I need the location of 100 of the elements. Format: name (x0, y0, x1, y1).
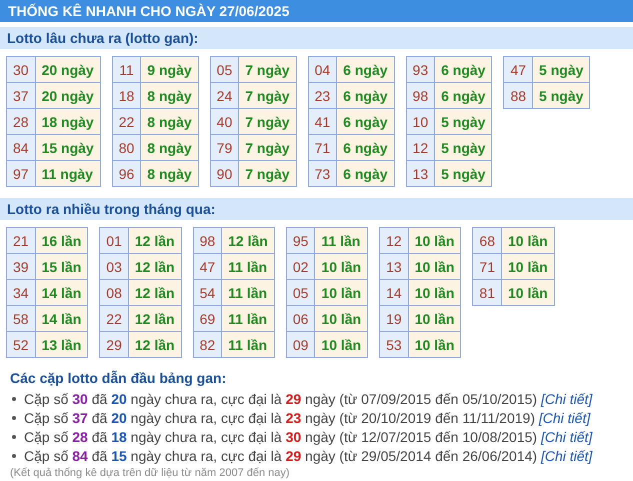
detail-link[interactable]: [Chi tiết] (540, 390, 592, 406)
table-cell: 34 (6, 280, 36, 306)
table-cell: 95 (286, 228, 315, 254)
table-cell: 10 lần (314, 254, 368, 280)
table-cell: 30 (6, 56, 36, 82)
table-cell: 09 (286, 332, 315, 358)
bullet-icon (12, 434, 16, 438)
table-cell: 97 (6, 160, 36, 186)
table-cell: 22 (112, 108, 141, 134)
table-cell: 11 lần (222, 280, 274, 306)
table-cell: 06 (286, 306, 315, 332)
table-cell: 03 (100, 254, 128, 280)
table-cell: 5 ngày (434, 134, 492, 160)
detail-link[interactable]: [Chi tiết] (540, 428, 592, 444)
table-cell: 29 (100, 332, 128, 358)
table-cell: 5 ngày (532, 56, 590, 82)
table-cell: 69 (193, 306, 222, 332)
table-cell: 15 ngày (35, 134, 100, 160)
table-cell: 71 (308, 134, 337, 160)
table-cell: 10 lần (408, 228, 461, 254)
summary-line: Cặp số 37 đã 20 ngày chưa ra, cực đại là 23 ngày (từ 20/10/2019 đến 11/11/2019) [Chi tiết] (24, 410, 590, 426)
table-cell: 7 ngày (238, 108, 296, 134)
table-cell: 12 (406, 134, 435, 160)
table-cell: 82 (193, 332, 222, 358)
table-cell: 90 (210, 160, 239, 186)
table-cell: 7 ngày (238, 56, 296, 82)
table-cell: 8 ngày (140, 82, 198, 108)
table-cell: 6 ngày (434, 82, 492, 108)
table-cell: 37 (6, 82, 36, 108)
table-cell: 20 ngày (35, 82, 100, 108)
table-cell: 18 (112, 82, 141, 108)
table-cell: 7 ngày (238, 160, 296, 186)
table-cell: 88 (504, 82, 533, 108)
bullet-icon (12, 416, 16, 420)
table-cell: 10 (406, 108, 435, 134)
detail-link[interactable]: [Chi tiết] (540, 448, 592, 464)
table-cell: 04 (308, 56, 337, 82)
table-cell: 21 (6, 228, 36, 254)
table-cell: 14 (380, 280, 408, 306)
table-cell: 15 lần (35, 254, 88, 280)
table-cell: 10 lần (314, 280, 368, 306)
table-cell: 53 (380, 332, 408, 358)
summary-line: Cặp số 30 đã 20 ngày chưa ra, cực đại là 29 ngày (từ 07/09/2015 đến 05/10/2015) [Chi tiết] (24, 390, 592, 406)
table-cell: 02 (286, 254, 315, 280)
table-cell: 10 lần (408, 332, 461, 358)
table-cell: 58 (6, 306, 36, 332)
table-cell: 01 (100, 228, 128, 254)
section-heading: Lotto ra nhiều trong tháng qua: (0, 198, 633, 220)
table-cell: 5 ngày (434, 108, 492, 134)
footnote: (Kết quả thống kê dựa trên dữ liệu từ năm 2007 đến nay) (10, 467, 291, 479)
table-cell: 11 ngày (35, 160, 100, 186)
table-cell: 6 ngày (336, 82, 394, 108)
table-cell: 84 (6, 134, 36, 160)
table-cell: 13 lần (35, 332, 88, 358)
table-cell: 20 ngày (35, 56, 100, 82)
table-cell: 05 (210, 56, 239, 82)
table-cell: 28 (6, 108, 36, 134)
table-cell: 13 (380, 254, 408, 280)
table-cell: 12 lần (128, 306, 182, 332)
section-heading: Lotto lâu chưa ra (lotto gan): (0, 27, 633, 49)
summary-line: Cặp số 28 đã 18 ngày chưa ra, cực đại là 30 ngày (từ 12/07/2015 đến 10/08/2015) [Chi tiết] (24, 428, 592, 444)
table-cell: 12 lần (128, 332, 182, 358)
table-cell: 93 (406, 56, 435, 82)
table-cell: 18 ngày (35, 108, 100, 134)
bullet-icon (12, 396, 16, 400)
table-cell: 40 (210, 108, 239, 134)
table-cell: 79 (210, 134, 239, 160)
summary-heading: Các cặp lotto dẫn đầu bảng gan: (10, 370, 228, 386)
table-cell: 11 lần (222, 306, 274, 332)
table-cell: 54 (193, 280, 222, 306)
table-cell: 23 (308, 82, 337, 108)
table-cell: 6 ngày (336, 160, 394, 186)
detail-link[interactable]: [Chi tiết] (538, 410, 590, 426)
table-cell: 14 lần (35, 280, 88, 306)
table-cell: 12 (380, 228, 408, 254)
table-cell: 11 lần (222, 332, 274, 358)
table-cell: 7 ngày (238, 82, 296, 108)
table-cell: 8 ngày (140, 108, 198, 134)
table-cell: 47 (193, 254, 222, 280)
table-cell: 68 (472, 228, 502, 254)
table-cell: 19 (380, 306, 408, 332)
table-cell: 12 lần (128, 228, 182, 254)
table-cell: 7 ngày (238, 134, 296, 160)
table-cell: 10 lần (408, 280, 461, 306)
bullet-icon (12, 454, 16, 458)
table-cell: 10 lần (314, 306, 368, 332)
table-cell: 80 (112, 134, 141, 160)
table-cell: 6 ngày (336, 56, 394, 82)
table-cell: 5 ngày (434, 160, 492, 186)
table-cell: 98 (406, 82, 435, 108)
table-cell: 10 lần (501, 254, 554, 280)
table-cell: 10 lần (408, 306, 461, 332)
table-cell: 10 lần (501, 228, 554, 254)
table-cell: 11 lần (222, 254, 274, 280)
table-cell: 11 (112, 56, 141, 82)
table-cell: 10 lần (408, 254, 461, 280)
table-cell: 96 (112, 160, 141, 186)
table-cell: 12 lần (128, 254, 182, 280)
table-cell: 12 lần (128, 280, 182, 306)
table-cell: 14 lần (35, 306, 88, 332)
